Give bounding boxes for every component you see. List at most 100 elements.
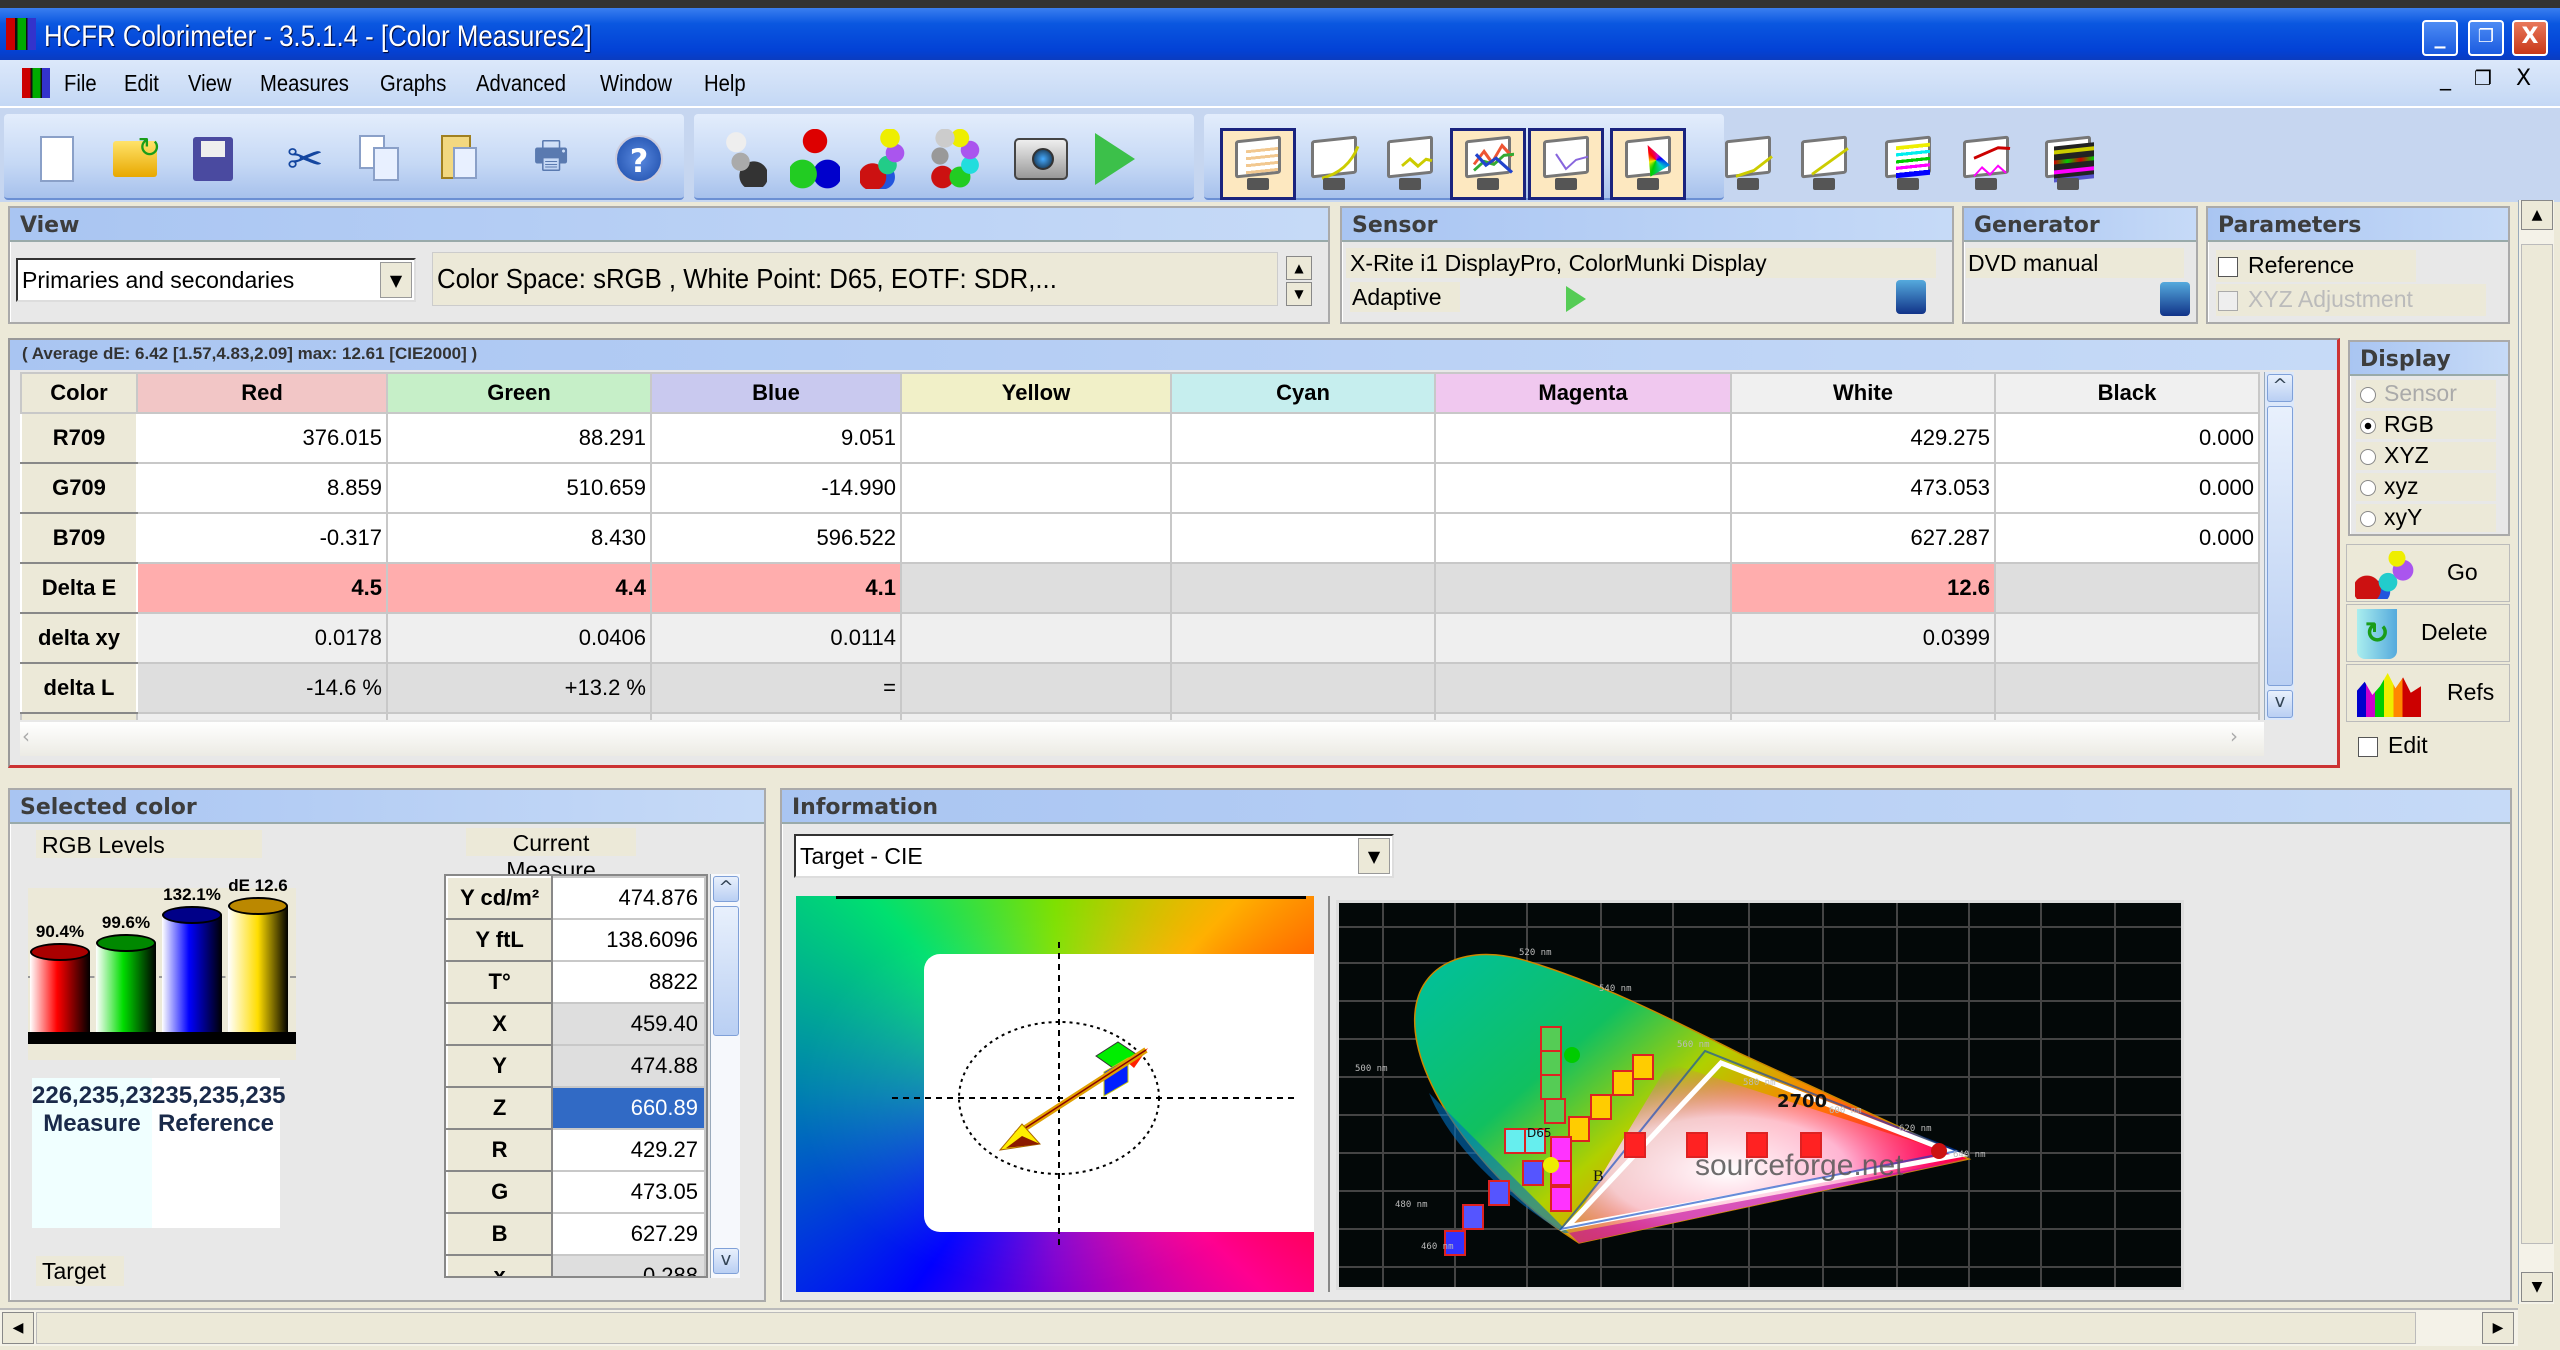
menu-view[interactable]: View [188,70,232,97]
row-header[interactable]: B709 [20,512,138,564]
menu-advanced[interactable]: Advanced [476,70,566,97]
table-cell[interactable] [1170,462,1436,514]
free-measures-view-icon[interactable] [2030,128,2106,200]
restore-button[interactable]: ❐ [2468,20,2504,56]
column-header-green[interactable]: Green [386,372,652,414]
table-cell[interactable]: 4.5 [136,562,388,614]
column-header-red[interactable]: Red [136,372,388,414]
table-cell[interactable] [900,612,1172,664]
grid-scroll-up-button[interactable]: ^ [2267,374,2293,402]
table-cell[interactable] [1730,662,1996,714]
grid-scroll-left-button[interactable]: ‹ [22,724,44,752]
table-cell[interactable]: = [650,662,902,714]
scroll-down-button[interactable]: ▼ [2521,1272,2553,1302]
table-cell[interactable] [1994,612,2260,664]
measure-all-icon[interactable] [924,128,986,190]
column-header-magenta[interactable]: Magenta [1434,372,1732,414]
main-horizontal-scrollbar[interactable]: ◀ ▶ [0,1308,2518,1346]
go-button[interactable]: Go [2346,544,2510,602]
main-vertical-scrollbar[interactable]: ▲ ▼ [2518,200,2554,1304]
table-cell[interactable] [1170,662,1436,714]
table-cell[interactable] [900,662,1172,714]
table-cell[interactable] [1434,562,1732,614]
column-header-black[interactable]: Black [1994,372,2260,414]
chevron-down-icon[interactable]: ▼ [1358,838,1390,874]
scroll-thumb[interactable] [2521,244,2553,1244]
measure-value[interactable]: 0.288 [551,1254,706,1276]
cut-scissors-icon[interactable]: ✂ [274,128,336,190]
measure-value[interactable]: 627.29 [551,1212,706,1256]
display-option-sensor[interactable]: Sensor [2356,380,2496,408]
paste-icon[interactable] [428,128,490,190]
scroll-right-button[interactable]: ▶ [2482,1312,2514,1344]
color-comparator-view-icon[interactable] [1870,128,1946,200]
copy-icon[interactable] [350,128,412,190]
spin-up-button[interactable]: ▲ [1286,256,1312,280]
table-cell[interactable] [1170,412,1436,464]
row-header[interactable]: delta L [20,662,138,714]
measure-grayscale-icon[interactable] [714,128,776,190]
table-cell[interactable]: 510.659 [386,462,652,514]
table-cell[interactable]: 0.000 [1994,512,2260,564]
saturation-shift-view-icon[interactable] [1786,128,1862,200]
cie-chart-view-icon[interactable] [1610,128,1686,200]
table-cell[interactable] [900,462,1172,514]
row-header[interactable]: delta xy [20,612,138,664]
delta-e-view-icon[interactable] [1528,128,1604,200]
table-cell[interactable] [900,412,1172,464]
table-cell[interactable]: 0.0399 [1730,612,1996,664]
display-option-xyz[interactable]: xyz [2356,473,2496,501]
table-cell[interactable]: 627.287 [1730,512,1996,564]
delete-button[interactable]: ↻ Delete [2346,604,2510,662]
print-icon[interactable]: 🖶 [520,128,582,190]
grid-horizontal-scrollbar[interactable]: ‹ › [20,722,2264,756]
column-header-color[interactable]: Color [20,372,138,414]
mdi-minimize-button[interactable]: _ [2440,66,2451,91]
horizontal-scroll-thumb[interactable] [36,1312,2416,1344]
rgb-levels-view-icon[interactable] [1450,128,1526,200]
table-cell[interactable]: 9.051 [650,412,902,464]
help-icon[interactable]: ? [608,128,670,190]
table-cell[interactable]: +13.2 % [386,662,652,714]
table-cell[interactable]: 8.859 [136,462,388,514]
table-cell[interactable] [1434,462,1732,514]
near-black-view-icon[interactable] [1948,128,2024,200]
display-option-xyy[interactable]: xyY [2356,504,2496,532]
measure-value[interactable]: 474.88 [551,1044,706,1088]
grid-vertical-scrollbar[interactable]: ^ v [2264,372,2294,720]
measure-value[interactable]: 459.40 [551,1002,706,1046]
save-disk-icon[interactable] [182,128,244,190]
table-cell[interactable]: 0.0114 [650,612,902,664]
table-cell[interactable] [1434,612,1732,664]
refs-button[interactable]: Refs [2346,664,2510,722]
table-cell[interactable]: -0.317 [136,512,388,564]
table-cell[interactable] [1170,512,1436,564]
minimize-button[interactable]: _ [2422,20,2458,56]
measure-table-scrollbar[interactable]: ^ v [710,874,740,1278]
table-cell[interactable] [1994,662,2260,714]
table-cell[interactable]: 0.000 [1994,462,2260,514]
grid-scroll-down-button[interactable]: v [2267,690,2293,718]
table-cell[interactable]: -14.990 [650,462,902,514]
column-header-white[interactable]: White [1730,372,1996,414]
xyz-adjustment-checkbox[interactable]: XYZ Adjustment [2216,284,2486,316]
saturation-luminance-view-icon[interactable] [1710,128,1786,200]
play-icon[interactable] [1084,128,1146,190]
table-cell[interactable] [900,512,1172,564]
row-header[interactable]: G709 [20,462,138,514]
measure-value[interactable]: 8822 [551,960,706,1004]
table-cell[interactable]: 0.000 [1994,412,2260,464]
column-header-cyan[interactable]: Cyan [1170,372,1436,414]
table-cell[interactable]: 0.0406 [386,612,652,664]
chevron-down-icon[interactable]: ▼ [380,262,412,298]
table-cell[interactable]: -14.6 % [136,662,388,714]
measure-value[interactable]: 473.05 [551,1170,706,1214]
display-option-xyz[interactable]: XYZ [2356,442,2496,470]
menu-file[interactable]: File [64,70,97,97]
table-cell[interactable]: 12.6 [1730,562,1996,614]
column-header-blue[interactable]: Blue [650,372,902,414]
table-cell[interactable] [1994,562,2260,614]
scroll-left-button[interactable]: ◀ [2,1312,34,1344]
table-cell[interactable]: 473.053 [1730,462,1996,514]
edit-checkbox[interactable]: Edit [2356,730,2472,764]
